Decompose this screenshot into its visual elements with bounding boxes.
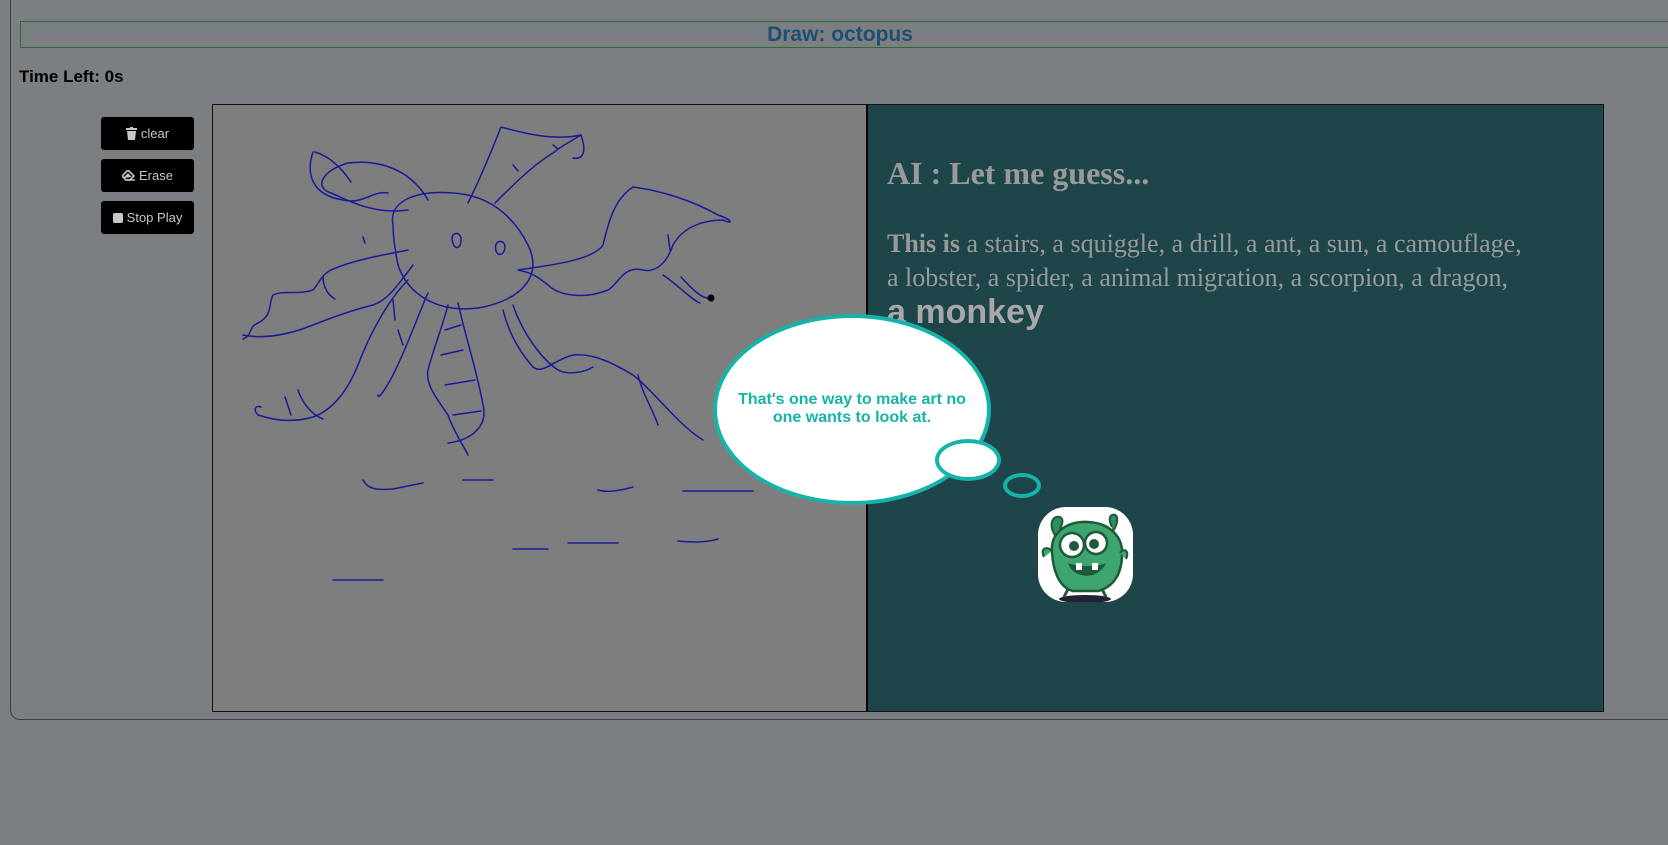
- erase-label: Erase: [139, 168, 173, 183]
- eraser-icon: [122, 170, 136, 181]
- ai-heading: AI : Let me guess...: [887, 155, 1150, 191]
- guess-prefix: This is: [887, 229, 960, 258]
- stop-play-button[interactable]: Stop Play: [101, 201, 194, 234]
- prompt-title: Draw: octopus: [20, 21, 1668, 48]
- green-monster-icon: [1041, 513, 1129, 602]
- avatar: [1038, 507, 1133, 602]
- speech-bubble-text: That's one way to make art no one wants …: [738, 390, 966, 426]
- thought-dot-small: [1003, 473, 1041, 498]
- stop-icon: [112, 212, 123, 223]
- clear-label: clear: [140, 126, 170, 141]
- thought-dot-large: [935, 439, 1001, 481]
- guess-items: a stairs, a squiggle, a drill, a ant, a …: [887, 229, 1522, 292]
- time-left: Time Left: 0s: [19, 67, 124, 86]
- guess-list: This is a stairs, a squiggle, a drill, a…: [887, 227, 1527, 332]
- stop-play-label: Stop Play: [126, 210, 183, 225]
- trash-icon: [125, 127, 137, 140]
- erase-button[interactable]: Erase: [101, 159, 194, 192]
- clear-button[interactable]: clear: [101, 117, 194, 150]
